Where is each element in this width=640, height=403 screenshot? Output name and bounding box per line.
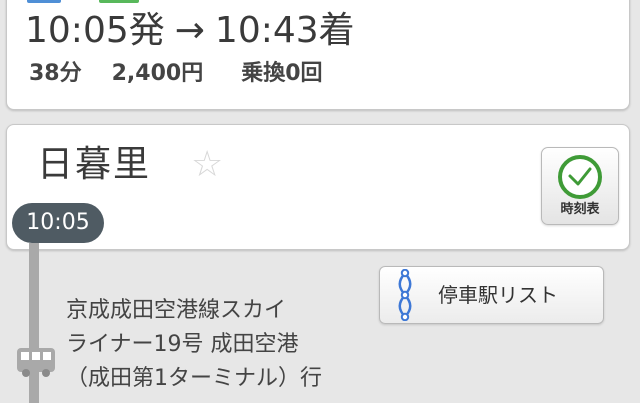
arrow-icon: →: [174, 10, 205, 51]
timetable-button[interactable]: 時刻表: [541, 147, 619, 225]
train-destination-terminal: （成田第1ターミナル）行: [66, 366, 322, 391]
route-tag-icon: [99, 0, 139, 3]
timetable-label: 時刻表: [560, 202, 600, 217]
route-tag-icon: [27, 0, 61, 3]
stop-list-button[interactable]: 停車駅リスト: [379, 266, 604, 324]
train-info: 京成成田空港線スカイ ライナー19号 成田空港 （成田第1ターミナル）行: [66, 294, 322, 396]
stops-icon: [398, 269, 412, 321]
route-line: [29, 243, 39, 403]
star-icon[interactable]: ☆: [191, 147, 223, 183]
departure-time-badge: 10:05: [12, 203, 104, 243]
station-name: 日暮里: [37, 144, 152, 185]
transfer-count: 乗換0回: [241, 61, 323, 86]
route-meta: 38分 2,400円 乗換0回: [29, 59, 353, 89]
duration: 38分: [29, 61, 82, 86]
arrival-time: 10:43着: [214, 10, 355, 51]
stop-list-label: 停車駅リスト: [438, 283, 558, 307]
clock-icon: [558, 155, 602, 199]
departure-time: 10:05発: [25, 10, 165, 51]
bus-icon: [17, 348, 55, 377]
fare: 2,400円: [111, 61, 204, 86]
time-range: 10:05発 → 10:43着: [25, 9, 355, 53]
route-summary-card[interactable]: 10:05発 → 10:43着 38分 2,400円 乗換0回: [6, 0, 630, 110]
train-number-destination: ライナー19号 成田空港: [66, 332, 299, 357]
train-line-name: 京成成田空港線スカイ: [66, 298, 287, 323]
